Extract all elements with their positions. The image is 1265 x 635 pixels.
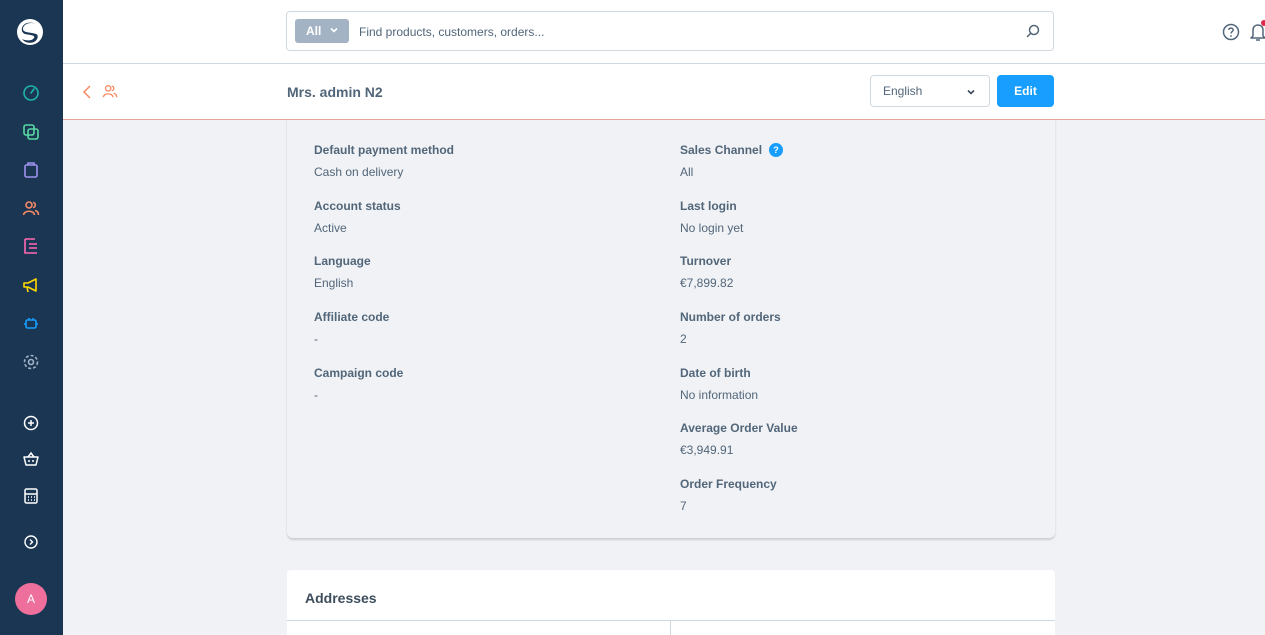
calculator-icon[interactable] [19, 484, 43, 508]
customers-icon[interactable] [19, 196, 43, 220]
field-label: Language [314, 254, 371, 268]
field-campaign-code: Campaign code - [314, 366, 403, 402]
field-label: Sales Channel ? [680, 143, 784, 157]
orders-icon[interactable] [19, 158, 43, 182]
field-value: No login yet [680, 221, 744, 235]
notification-badge [1261, 20, 1265, 26]
extensions-icon[interactable] [19, 312, 43, 336]
field-label: Average Order Value [680, 421, 798, 435]
field-affiliate-code: Affiliate code - [314, 310, 389, 346]
field-last-login: Last login No login yet [680, 199, 743, 235]
avatar[interactable]: A [15, 583, 47, 615]
divider [670, 620, 671, 635]
language-switch[interactable]: English [870, 75, 990, 107]
field-value: English [314, 276, 354, 290]
search-box: All [286, 11, 1054, 51]
help-icon[interactable] [1222, 23, 1240, 41]
field-value: Cash on delivery [314, 165, 404, 179]
field-value: All [680, 165, 694, 179]
customers-module-icon [102, 85, 118, 98]
field-label: Affiliate code [314, 310, 390, 324]
field-label-text: Sales Channel [680, 143, 763, 157]
language-switch-value: English [883, 84, 923, 98]
field-value: 7 [680, 499, 687, 513]
basket-icon[interactable] [19, 447, 43, 471]
marketing-icon[interactable] [19, 273, 43, 297]
field-label: Date of birth [680, 366, 751, 380]
field-value: No information [680, 388, 759, 402]
shopware-logo[interactable] [12, 14, 48, 50]
field-value: - [314, 388, 318, 402]
field-number-of-orders: Number of orders 2 [680, 310, 781, 346]
field-turnover: Turnover €7,899.82 [680, 254, 733, 290]
field-label: Campaign code [314, 366, 404, 380]
edit-button[interactable]: Edit [997, 75, 1054, 107]
field-value: Active [314, 221, 347, 235]
field-value: - [314, 332, 318, 346]
field-sales-channel: Sales Channel ? All [680, 143, 784, 179]
search-icon[interactable] [1025, 23, 1041, 39]
add-icon[interactable] [19, 411, 43, 435]
card-title: Addresses [305, 590, 377, 606]
field-default-payment-method: Default payment method Cash on delivery [314, 143, 454, 179]
addresses-card: Addresses [287, 570, 1055, 635]
field-value: €3,949.91 [680, 443, 734, 457]
content-icon[interactable] [19, 234, 43, 258]
field-label: Turnover [680, 254, 732, 268]
smart-bar: Mrs. admin N2 English Edit [63, 64, 1265, 120]
field-label: Account status [314, 199, 401, 213]
search-type-dropdown[interactable]: All [295, 19, 349, 43]
chevron-down-icon [967, 89, 975, 95]
expand-icon[interactable] [19, 530, 43, 554]
field-label: Default payment method [314, 143, 455, 157]
field-value: 2 [680, 332, 687, 346]
search-type-label: All [306, 24, 322, 38]
divider [287, 620, 1055, 621]
chevron-down-icon [330, 27, 338, 33]
dashboard-icon[interactable] [19, 81, 43, 105]
global-search-bar: All [63, 0, 1265, 64]
field-average-order-value: Average Order Value €3,949.91 [680, 421, 798, 457]
field-language: Language English [314, 254, 371, 290]
back-arrow-icon[interactable] [81, 84, 93, 100]
page-title: Mrs. admin N2 [287, 84, 383, 100]
settings-icon[interactable] [19, 350, 43, 374]
help-icon[interactable]: ? [769, 143, 784, 157]
admin-sidebar: A [0, 0, 63, 635]
catalogues-icon[interactable] [19, 120, 43, 144]
field-label: Order Frequency [680, 477, 777, 491]
field-order-frequency: Order Frequency 7 [680, 477, 777, 513]
customer-detail-content: Default payment method Cash on delivery … [63, 120, 1265, 635]
field-label: Last login [680, 199, 737, 213]
field-account-status: Account status Active [314, 199, 401, 235]
search-input[interactable] [359, 22, 999, 42]
field-value: €7,899.82 [680, 276, 734, 290]
field-label: Number of orders [680, 310, 781, 324]
customer-info-card: Default payment method Cash on delivery … [287, 120, 1055, 538]
field-date-of-birth: Date of birth No information [680, 366, 758, 402]
